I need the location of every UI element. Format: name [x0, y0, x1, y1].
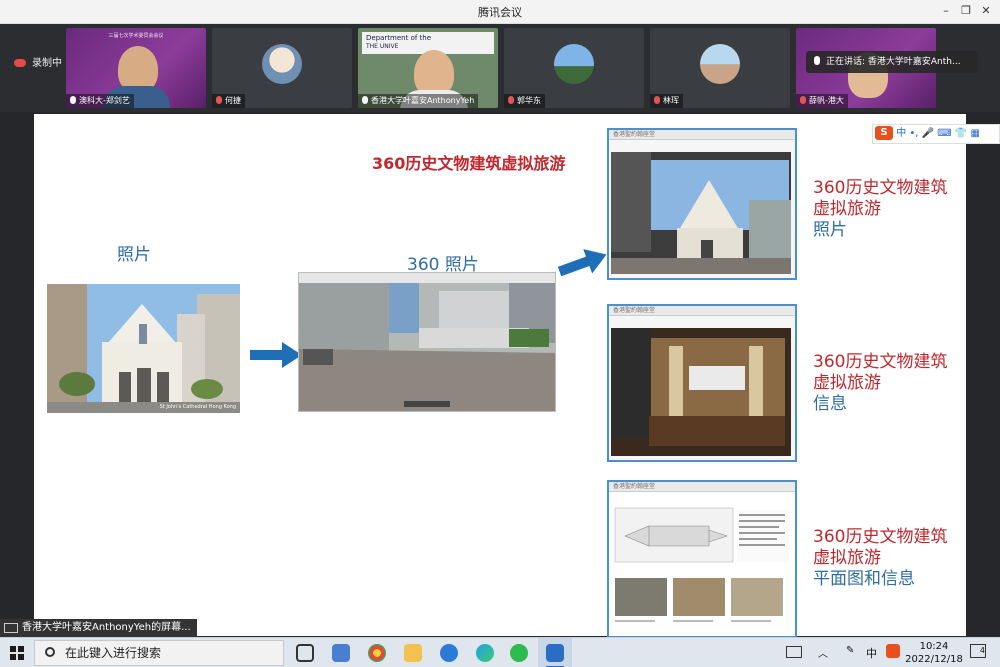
- minimize-button[interactable]: –: [938, 3, 954, 19]
- tour-floorplan-thumbnail[interactable]: 香港聖約翰座堂: [607, 480, 797, 638]
- arrow-right-icon: [557, 249, 607, 277]
- search-icon: [45, 647, 55, 657]
- avatar: [554, 44, 594, 84]
- file-explorer-icon[interactable]: [404, 644, 422, 662]
- screen-share-icon: [4, 623, 18, 633]
- mic-muted-icon: [216, 96, 222, 104]
- participant-tile-5[interactable]: 林珲: [650, 28, 790, 108]
- window-title: 腾讯会议: [478, 6, 522, 19]
- sogou-tray-icon[interactable]: [886, 644, 900, 658]
- participant-strip: 录制中 三届七次学术委员会会议 澳科大-郑剑艺 何捷 Department of…: [0, 24, 1000, 112]
- caption-info: 360历史文物建筑 虚拟旅游 信息: [813, 352, 948, 414]
- participant-name: 郭华东: [504, 94, 545, 108]
- participant-tile-1[interactable]: 三届七次学术委员会会议 澳科大-郑剑艺: [66, 28, 206, 108]
- avatar: [262, 44, 302, 84]
- cloud-record-icon: [14, 59, 26, 67]
- edge-icon[interactable]: [476, 644, 494, 662]
- screen-share-area: 360历史文物建筑虚拟旅游 S 中 •, 🎤 ⌨ 👕 ▦ 照片 360 照片 S…: [0, 112, 1000, 638]
- speaking-indicator: 正在讲话: 香港大学叶嘉安Anth...: [806, 51, 978, 73]
- ime-indicator[interactable]: 中: [866, 645, 877, 661]
- recording-indicator[interactable]: 录制中: [14, 54, 62, 69]
- mic-muted-icon: [800, 96, 806, 104]
- wechat-icon[interactable]: [510, 644, 528, 662]
- arrow-right-icon: [250, 342, 302, 368]
- taskbar-search[interactable]: 在此键入进行搜索: [34, 640, 284, 666]
- chrome-icon[interactable]: [368, 644, 386, 662]
- mic-muted-icon: [654, 96, 660, 104]
- sogou-icon: S: [875, 126, 893, 140]
- store-icon[interactable]: [332, 644, 350, 662]
- tencent-meeting-icon: [546, 644, 564, 662]
- task-view-icon[interactable]: [296, 644, 314, 662]
- label-photo: 照片: [117, 245, 151, 265]
- ime-toolbar[interactable]: S 中 •, 🎤 ⌨ 👕 ▦: [872, 124, 1000, 144]
- presentation-slide: 360历史文物建筑虚拟旅游 S 中 •, 🎤 ⌨ 👕 ▦ 照片 360 照片 S…: [34, 114, 1000, 638]
- cathedral-photo: St John's Cathedral Hong Kong: [47, 284, 240, 413]
- clock[interactable]: 10:24 2022/12/18: [904, 640, 964, 666]
- mic-icon: [814, 56, 820, 65]
- banner-text: 三届七次学术委员会会议: [108, 33, 164, 39]
- sogou-browser-icon[interactable]: [440, 644, 458, 662]
- chevron-up-icon[interactable]: ︿: [818, 645, 828, 660]
- notification-icon[interactable]: 4: [970, 644, 986, 658]
- participant-tile-2[interactable]: 何捷: [212, 28, 352, 108]
- windows-start-icon[interactable]: [10, 646, 24, 660]
- caption-photo: 360历史文物建筑 虚拟旅游 照片: [813, 178, 948, 240]
- avatar: [700, 44, 740, 84]
- thumb-header: 香港聖約翰座堂: [609, 306, 795, 316]
- tencent-meeting-taskbar-button[interactable]: [538, 638, 572, 667]
- participant-name: 林珲: [650, 94, 683, 108]
- participant-name: 何捷: [212, 94, 245, 108]
- participant-name: 香港大学叶嘉安AnthonyYeh: [358, 94, 479, 108]
- participant-tile-3[interactable]: Department of the THE UNIVE 香港大学叶嘉安Anthon…: [358, 28, 498, 108]
- mic-icon: [362, 96, 368, 104]
- keyboard-icon[interactable]: [786, 646, 802, 658]
- tour-info-thumbnail[interactable]: 香港聖約翰座堂: [607, 304, 797, 462]
- participant-name: 澳科大-郑剑艺: [66, 94, 134, 108]
- taskbar: 在此键入进行搜索 ︿ ✎ 中 10:24 2022/12/18 4: [0, 637, 1000, 667]
- maximize-button[interactable]: ❐: [958, 3, 974, 19]
- thumb-header: 香港聖約翰座堂: [609, 482, 795, 492]
- thumb-header: 香港聖約翰座堂: [609, 130, 795, 140]
- title-bar: 腾讯会议 – ❐ ✕: [0, 0, 1000, 24]
- screen-share-label[interactable]: 香港大学叶嘉安AnthonyYeh的屏幕...: [0, 619, 197, 637]
- mic-muted-icon: [508, 96, 514, 104]
- mic-icon: [70, 96, 76, 104]
- close-button[interactable]: ✕: [978, 3, 994, 19]
- pen-icon[interactable]: ✎: [846, 645, 854, 656]
- panorama-photo: [298, 272, 556, 412]
- recording-label: 录制中: [32, 58, 62, 69]
- participant-name: 薛帆-港大: [796, 94, 848, 108]
- slide-title: 360历史文物建筑虚拟旅游: [372, 154, 566, 173]
- participant-tile-4[interactable]: 郭华东: [504, 28, 644, 108]
- caption-floorplan: 360历史文物建筑 虚拟旅游 平面图和信息: [813, 527, 948, 589]
- photo-caption: St John's Cathedral Hong Kong: [159, 404, 236, 410]
- tour-photo-thumbnail[interactable]: 香港聖約翰座堂: [607, 128, 797, 280]
